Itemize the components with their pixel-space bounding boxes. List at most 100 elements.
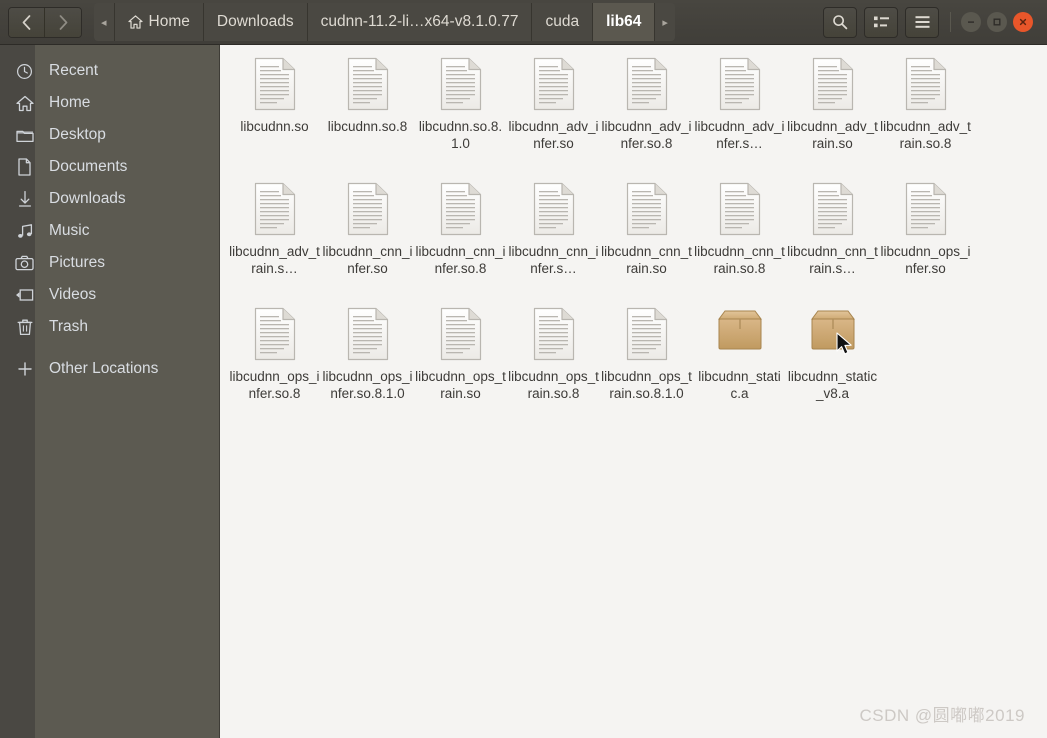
file-item[interactable]: libcudnn.so.8.1.0 xyxy=(414,51,507,176)
file-name-label: libcudnn_adv_infer.s… xyxy=(694,119,785,151)
sidebar-item-pictures[interactable]: Pictures xyxy=(15,247,219,279)
sidebar-item-trash[interactable]: Trash xyxy=(17,311,219,343)
sidebar-item-recent[interactable]: Recent xyxy=(16,55,219,87)
camera-icon xyxy=(0,255,49,271)
document-icon xyxy=(0,158,49,176)
file-item[interactable]: libcudnn_static.a xyxy=(693,301,786,426)
sidebar-item-videos[interactable]: Videos xyxy=(16,279,219,311)
document-icon xyxy=(718,57,762,113)
sidebar-item-label: Home xyxy=(49,94,91,111)
breadcrumb-scroll-left[interactable]: ◂ xyxy=(94,3,115,41)
breadcrumb-scroll-right[interactable]: ▸ xyxy=(655,3,675,41)
sidebar-item-documents[interactable]: Documents xyxy=(18,151,219,183)
file-name-label: libcudnn_static_v8.a xyxy=(787,369,878,401)
header-actions xyxy=(823,6,1033,38)
file-item[interactable]: libcudnn_adv_infer.so xyxy=(507,51,600,176)
document-icon xyxy=(532,57,576,113)
file-item[interactable]: libcudnn_adv_train.s… xyxy=(228,176,321,301)
file-item[interactable]: libcudnn_cnn_infer.so xyxy=(321,176,414,301)
file-item[interactable]: libcudnn_adv_train.so.8 xyxy=(879,51,972,176)
file-grid: libcudnn.so libcudnn.so.8 libcudnn.so.8.… xyxy=(228,51,1047,426)
file-item[interactable]: libcudnn.so.8 xyxy=(321,51,414,176)
file-item[interactable]: libcudnn_static_v8.a xyxy=(786,301,879,426)
sidebar-item-label: Trash xyxy=(49,318,89,335)
sidebar-item-home[interactable]: Home xyxy=(15,87,219,119)
home-icon xyxy=(127,15,143,29)
minimize-button[interactable] xyxy=(961,12,981,32)
document-icon xyxy=(718,182,762,238)
home-icon xyxy=(0,95,49,112)
file-manager-window: ◂ Home Downloads cudnn-11.2-li…x64-v8.1.… xyxy=(0,0,1047,738)
breadcrumb-item-downloads[interactable]: Downloads xyxy=(203,3,308,41)
document-icon xyxy=(439,57,483,113)
maximize-button[interactable] xyxy=(987,12,1007,32)
file-item[interactable]: libcudnn_ops_train.so.8 xyxy=(507,301,600,426)
sidebar-item-other-locations[interactable]: Other Locations xyxy=(17,353,219,385)
trash-icon xyxy=(0,318,49,336)
document-icon xyxy=(625,307,669,363)
file-item[interactable]: libcudnn_ops_infer.so.8.1.0 xyxy=(321,301,414,426)
folder-icon xyxy=(0,128,49,143)
file-name-label: libcudnn_cnn_train.s… xyxy=(787,244,878,276)
file-name-label: libcudnn_adv_train.so xyxy=(787,119,878,151)
document-icon xyxy=(253,57,297,113)
file-item[interactable]: libcudnn_ops_train.so xyxy=(414,301,507,426)
watermark: CSDN @圆嘟嘟2019 xyxy=(859,706,1025,725)
file-item[interactable]: libcudnn_cnn_train.so.8 xyxy=(693,176,786,301)
document-icon xyxy=(346,307,390,363)
sidebar-item-label: Desktop xyxy=(49,126,106,143)
sidebar-item-music[interactable]: Music xyxy=(17,215,219,247)
film-icon xyxy=(0,288,49,302)
file-name-label: libcudnn_ops_train.so.8.1.0 xyxy=(601,369,692,401)
document-icon xyxy=(625,57,669,113)
file-item[interactable]: libcudnn_adv_infer.s… xyxy=(693,51,786,176)
archive-icon xyxy=(715,307,765,363)
file-item[interactable]: libcudnn_ops_train.so.8.1.0 xyxy=(600,301,693,426)
file-name-label: libcudnn_adv_train.s… xyxy=(229,244,320,276)
breadcrumb-item-cuda[interactable]: cuda xyxy=(532,3,594,41)
file-name-label: libcudnn_adv_train.so.8 xyxy=(880,119,971,151)
breadcrumb-item-cudnn-archive[interactable]: cudnn-11.2-li…x64-v8.1.0.77 xyxy=(307,3,533,41)
menu-icon[interactable] xyxy=(905,6,939,38)
archive-icon xyxy=(808,307,858,363)
navigation-buttons xyxy=(8,6,82,38)
sidebar-item-label: Downloads xyxy=(49,190,126,207)
file-item[interactable]: libcudnn_adv_train.so xyxy=(786,51,879,176)
forward-button[interactable] xyxy=(45,7,81,37)
view-options-icon[interactable] xyxy=(864,6,898,38)
file-item[interactable]: libcudnn_adv_infer.so.8 xyxy=(600,51,693,176)
file-item[interactable]: libcudnn_ops_infer.so.8 xyxy=(228,301,321,426)
file-name-label: libcudnn_ops_infer.so xyxy=(880,244,971,276)
file-list-view[interactable]: libcudnn.so libcudnn.so.8 libcudnn.so.8.… xyxy=(220,45,1047,738)
document-icon xyxy=(439,307,483,363)
sidebar-item-downloads[interactable]: Downloads xyxy=(18,183,219,215)
close-button[interactable] xyxy=(1013,12,1033,32)
file-item[interactable]: libcudnn_cnn_train.so xyxy=(600,176,693,301)
file-name-label: libcudnn_adv_infer.so.8 xyxy=(601,119,692,151)
file-item[interactable]: libcudnn_cnn_infer.s… xyxy=(507,176,600,301)
document-icon xyxy=(811,57,855,113)
search-icon[interactable] xyxy=(823,6,857,38)
file-name-label: libcudnn.so.8 xyxy=(327,119,408,134)
file-name-label: libcudnn_adv_infer.so xyxy=(508,119,599,151)
breadcrumb-item-home[interactable]: Home xyxy=(114,3,204,41)
sidebar-item-label: Documents xyxy=(49,158,128,175)
file-item[interactable]: libcudnn_cnn_train.s… xyxy=(786,176,879,301)
file-item[interactable]: libcudnn_cnn_infer.so.8 xyxy=(414,176,507,301)
file-name-label: libcudnn.so xyxy=(240,119,309,134)
file-item[interactable]: libcudnn.so xyxy=(228,51,321,176)
back-button[interactable] xyxy=(9,7,45,37)
sidebar-item-label: Music xyxy=(49,222,90,239)
file-name-label: libcudnn_cnn_infer.s… xyxy=(508,244,599,276)
sidebar-item-desktop[interactable]: Desktop xyxy=(15,119,219,151)
document-icon xyxy=(625,182,669,238)
header-bar: ◂ Home Downloads cudnn-11.2-li…x64-v8.1.… xyxy=(0,0,1047,45)
document-icon xyxy=(439,182,483,238)
file-item[interactable]: libcudnn_ops_infer.so xyxy=(879,176,972,301)
document-icon xyxy=(532,307,576,363)
sidebar-separator xyxy=(35,343,219,353)
plus-icon xyxy=(0,361,49,377)
file-name-label: libcudnn_ops_train.so.8 xyxy=(508,369,599,401)
file-name-label: libcudnn_cnn_infer.so.8 xyxy=(415,244,506,276)
breadcrumb-item-lib64[interactable]: lib64 xyxy=(593,3,656,41)
